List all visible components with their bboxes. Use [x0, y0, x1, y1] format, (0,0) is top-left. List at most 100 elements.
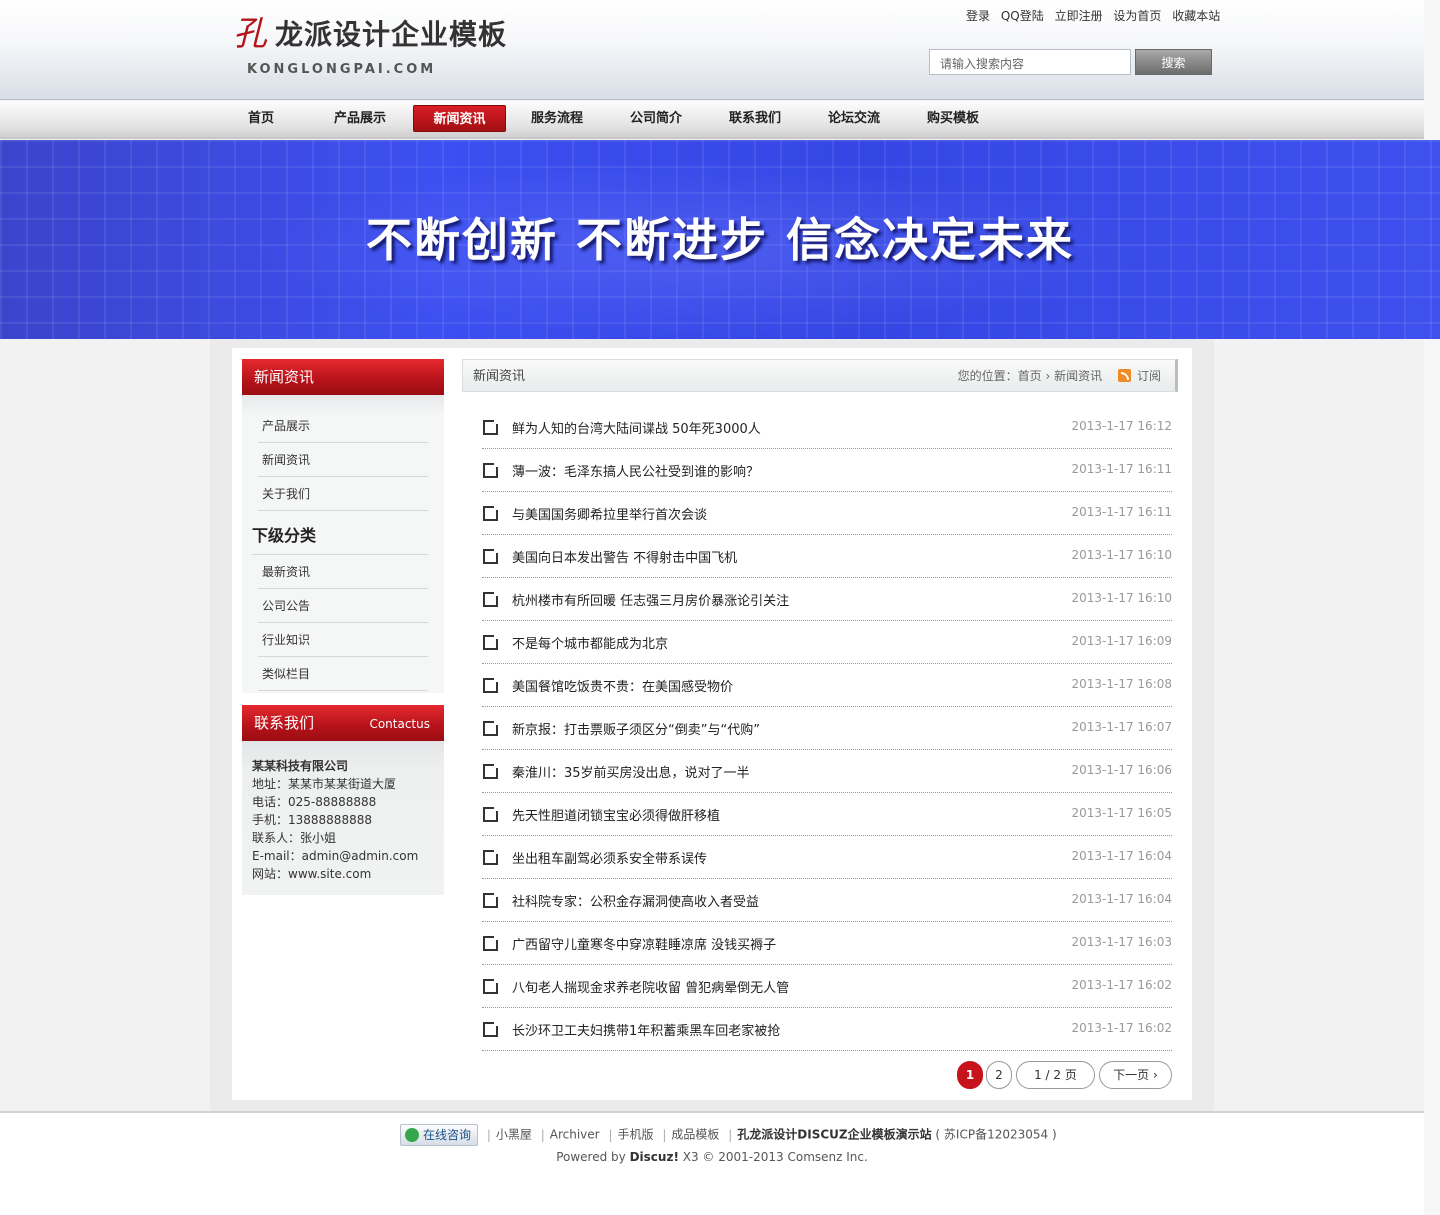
- article-date: 2013-1-17 16:04: [1071, 892, 1173, 906]
- checkbox-icon: [483, 891, 500, 908]
- article-date: 2013-1-17 16:06: [1071, 763, 1173, 777]
- nav-news[interactable]: 新闻资讯: [413, 105, 506, 132]
- footer-link-archiver[interactable]: Archiver: [550, 1128, 600, 1142]
- main-nav: 首页 产品展示 新闻资讯 服务流程 公司简介 联系我们 论坛交流 购买模板: [0, 101, 1424, 139]
- sidebar-item-announcements[interactable]: 公司公告: [258, 589, 428, 623]
- logo-domain: KONGLONGPAI.COM: [247, 62, 437, 77]
- set-homepage-link[interactable]: 设为首页: [1113, 9, 1161, 23]
- page-info: 1 / 2 页: [1016, 1061, 1095, 1089]
- article-title[interactable]: 鲜为人知的台湾大陆间谍战 50年死3000人: [512, 418, 761, 437]
- contact-company: 某某科技有限公司: [252, 759, 349, 773]
- article-title[interactable]: 新京报：打击票贩子须区分“倒卖”与“代购”: [512, 719, 760, 738]
- qq-login-link[interactable]: QQ登陆: [1001, 9, 1044, 23]
- footer-link-mobile[interactable]: 手机版: [617, 1128, 653, 1142]
- article-title[interactable]: 先天性胆道闭锁宝宝必须得做肝移植: [512, 805, 720, 824]
- page-1-button[interactable]: 1: [957, 1061, 983, 1089]
- list-item[interactable]: 美国餐馆吃饭贵不贵：在美国感受物价 2013-1-17 16:08: [482, 664, 1172, 707]
- rss-icon[interactable]: [1117, 369, 1131, 382]
- list-item[interactable]: 广西留守儿童寒冬中穿凉鞋睡凉席 没钱买褥子 2013-1-17 16:03: [482, 922, 1172, 965]
- article-title[interactable]: 与美国国务卿希拉里举行首次会谈: [512, 504, 707, 523]
- search-button[interactable]: 搜索: [1135, 49, 1212, 75]
- nav-products[interactable]: 产品展示: [318, 105, 402, 132]
- breadcrumb-current[interactable]: 新闻资讯: [1054, 369, 1102, 383]
- logo-mark[interactable]: 孔: [233, 14, 267, 54]
- article-title[interactable]: 八旬老人揣现金求养老院收留 曾犯病晕倒无人管: [512, 977, 789, 996]
- list-item[interactable]: 八旬老人揣现金求养老院收留 曾犯病晕倒无人管 2013-1-17 16:02: [482, 965, 1172, 1008]
- bookmark-link[interactable]: 收藏本站: [1172, 9, 1220, 23]
- article-date: 2013-1-17 16:08: [1071, 677, 1173, 691]
- article-date: 2013-1-17 16:09: [1071, 634, 1173, 648]
- nav-buy[interactable]: 购买模板: [911, 105, 995, 132]
- article-date: 2013-1-17 16:07: [1071, 720, 1173, 734]
- list-item[interactable]: 不是每个城市都能成为北京 2013-1-17 16:09: [482, 621, 1172, 664]
- checkbox-icon: [483, 676, 500, 693]
- sidebar-item-products[interactable]: 产品展示: [258, 409, 428, 443]
- next-page-button[interactable]: 下一页 ›: [1099, 1061, 1172, 1089]
- footer-links: 在线咨询 | 小黑屋 | Archiver | 手机版 | 成品模板 | 孔龙派设计DIS…: [400, 1124, 1057, 1146]
- powered-rest: X3 © 2001-2013 Comsenz Inc.: [682, 1150, 868, 1164]
- nav-forum[interactable]: 论坛交流: [812, 105, 896, 132]
- list-item[interactable]: 长沙环卫工夫妇携带1年积蓄乘黑车回老家被抢 2013-1-17 16:02: [482, 1008, 1172, 1051]
- list-item[interactable]: 坐出租车副驾必须系安全带系误传 2013-1-17 16:04: [482, 836, 1172, 879]
- checkbox-icon: [483, 1020, 500, 1037]
- contact-info: 某某科技有限公司 地址：某某市某某街道大厦 电话：025-88888888 手机…: [242, 741, 444, 895]
- contact-phone: 电话：025-88888888: [252, 795, 377, 809]
- article-date: 2013-1-17 16:11: [1071, 462, 1173, 476]
- article-list: 鲜为人知的台湾大陆间谍战 50年死3000人 2013-1-17 16:12 薄一波…: [482, 406, 1172, 1051]
- checkbox-icon: [483, 504, 500, 521]
- article-title[interactable]: 杭州楼市有所回暖 任志强三月房价暴涨论引关注: [512, 590, 789, 609]
- nav-service[interactable]: 服务流程: [515, 105, 599, 132]
- list-item[interactable]: 与美国国务卿希拉里举行首次会谈 2013-1-17 16:11: [482, 492, 1172, 535]
- breadcrumb-home[interactable]: 首页: [1018, 369, 1042, 383]
- list-item[interactable]: 社科院专家：公积金存漏洞使高收入者受益 2013-1-17 16:04: [482, 879, 1172, 922]
- list-item[interactable]: 新京报：打击票贩子须区分“倒卖”与“代购” 2013-1-17 16:07: [482, 707, 1172, 750]
- article-title[interactable]: 薄一波：毛泽东搞人民公社受到谁的影响？: [512, 461, 759, 480]
- article-title[interactable]: 秦淮川：35岁前买房没出息，说对了一半: [512, 762, 750, 781]
- sidebar-item-knowledge[interactable]: 行业知识: [258, 623, 428, 657]
- article-date: 2013-1-17 16:11: [1071, 505, 1173, 519]
- list-item[interactable]: 先天性胆道闭锁宝宝必须得做肝移植 2013-1-17 16:05: [482, 793, 1172, 836]
- subscribe-link[interactable]: 订阅: [1137, 369, 1161, 383]
- banner-slogan: 不断创新 不断进步 信念决定未来: [365, 213, 1075, 267]
- article-title[interactable]: 不是每个城市都能成为北京: [512, 633, 668, 652]
- list-item[interactable]: 薄一波：毛泽东搞人民公社受到谁的影响？ 2013-1-17 16:11: [482, 449, 1172, 492]
- list-item[interactable]: 美国向日本发出警告 不得射击中国飞机 2013-1-17 16:10: [482, 535, 1172, 578]
- sidebar-item-about[interactable]: 关于我们: [258, 477, 428, 511]
- article-date: 2013-1-17 16:05: [1071, 806, 1173, 820]
- article-title[interactable]: 美国餐馆吃饭贵不贵：在美国感受物价: [512, 676, 733, 695]
- article-date: 2013-1-17 16:10: [1071, 548, 1173, 562]
- logo-text[interactable]: 龙派设计企业模板: [275, 18, 507, 52]
- article-title[interactable]: 广西留守儿童寒冬中穿凉鞋睡凉席 没钱买褥子: [512, 934, 776, 953]
- next-page-label: 下一页: [1113, 1068, 1150, 1082]
- list-item[interactable]: 杭州楼市有所回暖 任志强三月房价暴涨论引关注 2013-1-17 16:10: [482, 578, 1172, 621]
- register-link[interactable]: 立即注册: [1055, 9, 1103, 23]
- sidebar-item-similar[interactable]: 类似栏目: [258, 657, 428, 691]
- sidebar-item-latest[interactable]: 最新资讯: [258, 555, 428, 589]
- article-title[interactable]: 坐出租车副驾必须系安全带系误传: [512, 848, 707, 867]
- nav-home[interactable]: 首页: [233, 105, 289, 132]
- page-2-button[interactable]: 2: [986, 1061, 1012, 1089]
- powered-brand[interactable]: Discuz!: [630, 1150, 679, 1164]
- footer-link-blacklist[interactable]: 小黑屋: [496, 1128, 532, 1142]
- article-title[interactable]: 长沙环卫工夫妇携带1年积蓄乘黑车回老家被抢: [512, 1020, 780, 1039]
- article-date: 2013-1-17 16:12: [1071, 419, 1173, 433]
- checkbox-icon: [483, 762, 500, 779]
- article-title[interactable]: 社科院专家：公积金存漏洞使高收入者受益: [512, 891, 759, 910]
- top-links: 登录 QQ登陆 立即注册 设为首页 收藏本站: [966, 7, 1227, 24]
- login-link[interactable]: 登录: [966, 9, 990, 23]
- search-input[interactable]: 请输入搜索内容: [929, 49, 1131, 75]
- footer-link-templates[interactable]: 成品模板: [671, 1128, 719, 1142]
- article-date: 2013-1-17 16:03: [1071, 935, 1173, 949]
- nav-about[interactable]: 公司简介: [614, 105, 698, 132]
- main-header: 新闻资讯 您的位置：首页 › 新闻资讯 订阅: [462, 359, 1178, 392]
- footer-icp[interactable]: ( 苏ICP备12023054 ): [935, 1128, 1056, 1142]
- contact-title-label: 联系我们: [254, 714, 315, 732]
- list-item[interactable]: 鲜为人知的台湾大陆间谍战 50年死3000人 2013-1-17 16:12: [482, 406, 1172, 449]
- nav-contact[interactable]: 联系我们: [713, 105, 797, 132]
- online-consult-button[interactable]: 在线咨询: [400, 1124, 478, 1146]
- sidebar-item-news[interactable]: 新闻资讯: [258, 443, 428, 477]
- footer-site-name[interactable]: 孔龙派设计DISCUZ企业模板演示站: [737, 1128, 931, 1142]
- checkbox-icon: [483, 547, 500, 564]
- article-title[interactable]: 美国向日本发出警告 不得射击中国飞机: [512, 547, 737, 566]
- list-item[interactable]: 秦淮川：35岁前买房没出息，说对了一半 2013-1-17 16:06: [482, 750, 1172, 793]
